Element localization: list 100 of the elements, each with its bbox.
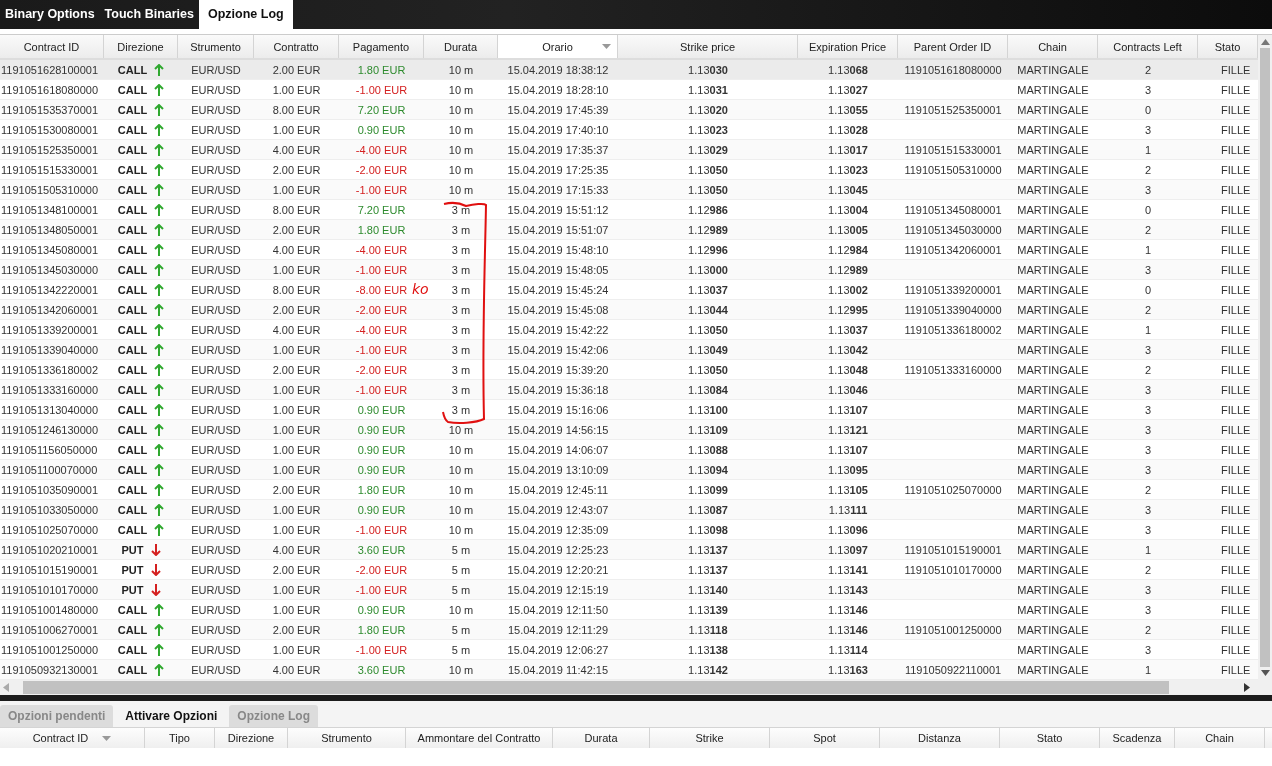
payout-cell: -2.00 EUR [355, 363, 408, 376]
amount-cell: 1.00 EUR [272, 503, 321, 516]
status-cell: FILLE [1221, 523, 1251, 536]
expiration-price-cell: 1.13114 [828, 643, 868, 656]
column-header[interactable]: Chain [1175, 728, 1265, 748]
column-header[interactable]: Contracts Left [1098, 35, 1198, 58]
parent-id-cell: 1191051525350001 [904, 103, 1002, 116]
parent-id-cell: 1191051333160000 [904, 363, 1002, 376]
status-cell: FILLE [1221, 343, 1251, 356]
direction-text: CALL [117, 343, 148, 356]
strike-price-cell: 1.13030 [688, 63, 728, 76]
scroll-down-icon[interactable] [1260, 670, 1270, 676]
table-row[interactable]: 1191051333160000 CALL EUR/USD 1.00 EUR -1.00 EUR 3 m 15.04.2019 15:36:18 1.13084 1.13046 MARTINGALE 3 FILLE [0, 380, 1258, 400]
status-cell: FILLE [1221, 163, 1251, 176]
parent-id-cell: 1191050922110001 [904, 663, 1002, 676]
column-header[interactable]: Contratto [254, 35, 339, 58]
tab[interactable]: Binary Options [0, 0, 100, 29]
table-row[interactable]: 1191051006270001 CALL EUR/USD 2.00 EUR 1.80 EUR 5 m 15.04.2019 12:11:29 1.13118 1.13146 1191051001250000 MARTINGALE 2 FILLE [0, 620, 1258, 640]
column-header[interactable]: Direzione [104, 35, 178, 58]
tab[interactable]: Touch Binaries [99, 0, 199, 29]
payout-cell: 0.90 EUR [357, 123, 406, 136]
contract-id-cell: 1191051525350001 [1, 143, 99, 156]
table-row[interactable]: 1191051020210001 PUT EUR/USD 4.00 EUR 3.60 EUR 5 m 15.04.2019 12:25:23 1.13137 1.13097 1191051015190001 MARTINGALE 1 FILLE [0, 540, 1258, 560]
payout-cell: 3.60 EUR [357, 543, 406, 556]
column-header[interactable]: Distanza [880, 728, 1000, 748]
contract-id-cell: 1191050932130001 [1, 663, 99, 676]
column-header[interactable]: Expiration Price [798, 35, 898, 58]
tab[interactable]: Opzione Log [198, 0, 293, 29]
status-cell: FILLE [1221, 263, 1251, 276]
expiration-price-cell: 1.13037 [828, 323, 868, 336]
duration-cell: 10 m [448, 83, 474, 96]
contracts-left-cell: 2 [1144, 563, 1152, 576]
chain-cell: MARTINGALE [1017, 463, 1089, 476]
column-header[interactable]: Tipo [145, 728, 215, 748]
expiration-price-cell: 1.13095 [828, 463, 868, 476]
payout-cell: -1.00 EUR [355, 583, 408, 596]
table-row[interactable]: 1191051535370001 CALL EUR/USD 8.00 EUR 7.20 EUR 10 m 15.04.2019 17:45:39 1.13020 1.13055 1191051525350001 MARTINGALE 0 FILLE [0, 100, 1258, 120]
strike-price-cell: 1.12996 [688, 243, 728, 256]
table-row[interactable]: 1191051246130000 CALL EUR/USD 1.00 EUR 0.90 EUR 10 m 15.04.2019 14:56:15 1.13109 1.13121 MARTINGALE 3 FILLE [0, 420, 1258, 440]
chain-cell: MARTINGALE [1017, 643, 1089, 656]
strike-price-cell: 1.13094 [688, 463, 728, 476]
parent-id-cell: 1191051339200001 [904, 283, 1002, 296]
column-header[interactable]: Direzione [215, 728, 288, 748]
table-row[interactable]: 1191051348050001 CALL EUR/USD 2.00 EUR 1.80 EUR 3 m 15.04.2019 15:51:07 1.12989 1.13005 1191051345030000 MARTINGALE 2 FILLE [0, 220, 1258, 240]
parent-id-cell: 1191051025070000 [904, 483, 1002, 496]
contract-id-cell: 1191051348050001 [1, 223, 99, 236]
duration-cell: 10 m [448, 483, 474, 496]
table-row[interactable]: 1191051525350001 CALL EUR/USD 4.00 EUR -4.00 EUR 10 m 15.04.2019 17:35:37 1.13029 1.13017 1191051515330001 MARTINGALE 1 FILLE [0, 140, 1258, 160]
column-header[interactable]: Spot [770, 728, 880, 748]
table-row[interactable]: 1191051345030000 CALL EUR/USD 1.00 EUR -1.00 EUR 3 m 15.04.2019 15:48:05 1.13000 1.12989 MARTINGALE 3 FILLE [0, 260, 1258, 280]
scroll-left-icon[interactable] [3, 683, 9, 692]
vertical-scrollbar[interactable] [1258, 35, 1272, 680]
sort-caret-icon[interactable] [602, 44, 611, 49]
column-header[interactable]: Contract ID [0, 35, 104, 58]
time-cell: 15.04.2019 18:38:12 [507, 63, 609, 76]
contract-id-cell: 1191051348100001 [1, 203, 99, 216]
table-row[interactable]: 1191051628100001 CALL EUR/USD 2.00 EUR 1.80 EUR 10 m 15.04.2019 18:38:12 1.13030 1.13068 1191051618080000 MARTINGALE 2 FILLE [0, 60, 1258, 80]
strike-price-cell: 1.13050 [688, 163, 728, 176]
table-row[interactable]: 1191051339040000 CALL EUR/USD 1.00 EUR -1.00 EUR 3 m 15.04.2019 15:42:06 1.13049 1.13042 MARTINGALE 3 FILLE [0, 340, 1258, 360]
table-row[interactable]: 1191050932130001 CALL EUR/USD 4.00 EUR 3.60 EUR 10 m 15.04.2019 11:42:15 1.13142 1.13163 1191050922110001 MARTINGALE 1 FILLE [0, 660, 1258, 680]
contracts-left-cell: 3 [1144, 383, 1152, 396]
parent-id-cell: 1191051001250000 [904, 623, 1002, 636]
strike-price-cell: 1.13099 [688, 483, 728, 496]
column-header[interactable]: Strike [650, 728, 770, 748]
instrument-cell: EUR/USD [191, 103, 241, 116]
sort-caret-icon[interactable] [102, 735, 112, 741]
column-header[interactable]: Contract ID [0, 728, 145, 748]
column-header[interactable]: Stato [1000, 728, 1100, 748]
contract-id-cell: 1191051033050000 [1, 503, 99, 516]
status-cell: FILLE [1221, 363, 1251, 376]
table-row[interactable]: 1191051010170000 PUT EUR/USD 1.00 EUR -1.00 EUR 5 m 15.04.2019 12:15:19 1.13140 1.13143 MARTINGALE 3 FILLE [0, 580, 1258, 600]
duration-cell: 10 m [448, 503, 474, 516]
column-header[interactable]: Strike price [618, 35, 798, 58]
strike-price-cell: 1.13049 [688, 343, 728, 356]
column-header[interactable]: Strumento [178, 35, 254, 58]
horizontal-scrollbar[interactable] [0, 680, 1272, 695]
scroll-right-icon[interactable] [1244, 683, 1250, 692]
table-row[interactable]: 1191051100070000 CALL EUR/USD 1.00 EUR 0.90 EUR 10 m 15.04.2019 13:10:09 1.13094 1.13095 MARTINGALE 3 FILLE [0, 460, 1258, 480]
table-row[interactable]: 1191051033050000 CALL EUR/USD 1.00 EUR 0.90 EUR 10 m 15.04.2019 12:43:07 1.13087 1.13111 MARTINGALE 3 FILLE [0, 500, 1258, 520]
time-cell: 15.04.2019 15:51:12 [507, 203, 609, 216]
chain-cell: MARTINGALE [1017, 63, 1089, 76]
status-cell: FILLE [1221, 483, 1251, 496]
column-header[interactable]: Orario [498, 35, 618, 58]
column-header[interactable]: Parent Order ID [898, 35, 1008, 58]
column-header[interactable]: Durata [553, 728, 650, 748]
parent-id-cell: 1191051339040000 [904, 303, 1002, 316]
chain-cell: MARTINGALE [1017, 623, 1089, 636]
time-cell: 15.04.2019 17:25:35 [507, 163, 609, 176]
duration-cell: 10 m [448, 103, 474, 116]
column-header[interactable]: Pagamento [339, 35, 424, 58]
expiration-price-cell: 1.13023 [828, 163, 868, 176]
table-row[interactable]: 1191051505310000 CALL EUR/USD 1.00 EUR -1.00 EUR 10 m 15.04.2019 17:15:33 1.13050 1.13045 MARTINGALE 3 FILLE [0, 180, 1258, 200]
column-header[interactable]: Ammontare del Contratto [406, 728, 553, 748]
scroll-up-icon[interactable] [1260, 39, 1270, 45]
time-cell: 15.04.2019 17:15:33 [507, 183, 609, 196]
column-header[interactable]: Strumento [288, 728, 406, 748]
table-row[interactable]: 1191051342060001 CALL EUR/USD 2.00 EUR -2.00 EUR 3 m 15.04.2019 15:45:08 1.13044 1.12995 1191051339040000 MARTINGALE 2 FILLE [0, 300, 1258, 320]
contracts-left-cell: 2 [1144, 623, 1152, 636]
column-header[interactable]: Scadenza [1100, 728, 1175, 748]
column-header[interactable]: Chain [1008, 35, 1098, 58]
